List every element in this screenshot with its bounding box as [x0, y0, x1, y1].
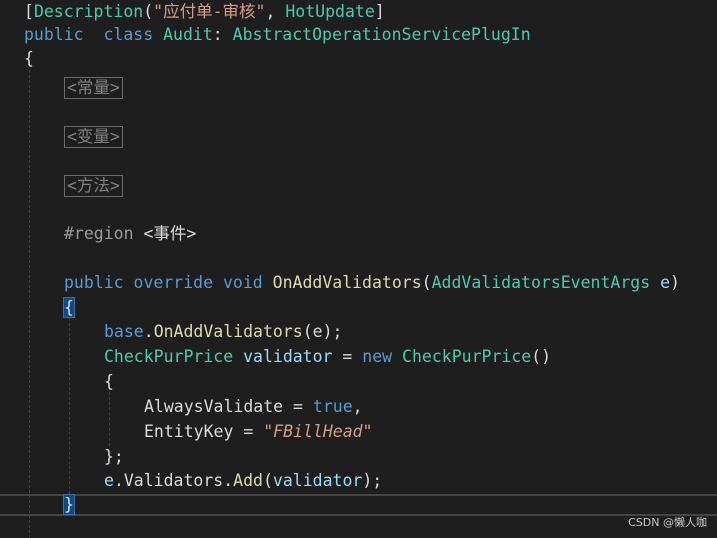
method-close-paren: )	[670, 273, 680, 292]
code-line-class[interactable]: public class Audit: AbstractOperationSer…	[24, 23, 531, 47]
init1-val: true	[312, 397, 353, 416]
collapsed-region-variables[interactable]: <变量>	[64, 126, 123, 148]
code-line-declaration[interactable]: CheckPurPrice validator = new CheckPurPr…	[104, 345, 551, 369]
kw-void: void	[222, 273, 263, 292]
code-line-method-open-brace[interactable]: {	[63, 296, 75, 320]
code-line-collapsed-variables[interactable]: <变量>	[64, 125, 123, 149]
collapsed-region-methods[interactable]: <方法>	[64, 175, 123, 197]
decl-ctor: CheckPurPrice	[402, 347, 532, 366]
region-directive: #region	[64, 224, 134, 243]
kw-override: override	[133, 273, 214, 292]
init-close: };	[104, 447, 124, 466]
prop-alwaysvalidate: AlwaysValidate	[144, 397, 284, 416]
add-open: (	[262, 471, 273, 490]
init1-eq: =	[293, 397, 303, 416]
param-type: AddValidatorsEventArgs	[431, 273, 651, 292]
code-line-init-1[interactable]: AlwaysValidate = true,	[144, 395, 363, 419]
decl-parens: ()	[531, 347, 552, 366]
add-obj: e	[104, 471, 114, 490]
init1-comma: ,	[352, 397, 363, 416]
method-open-brace-highlighted: {	[63, 297, 75, 318]
kw-base: base	[104, 322, 144, 341]
code-line-region[interactable]: #region <事件>	[64, 222, 196, 246]
attr-string: "应付单-审核"	[153, 2, 266, 21]
attr-open-bracket: [	[24, 2, 34, 21]
method-name: OnAddValidators	[272, 273, 422, 292]
code-line-init-close[interactable]: };	[104, 445, 124, 469]
init2-val: "FBillHead"	[263, 422, 373, 441]
indent-guide-initializer	[109, 392, 110, 446]
attr-open-paren: (	[143, 2, 154, 21]
decl-type: CheckPurPrice	[104, 347, 234, 366]
kw-public: public	[24, 25, 84, 44]
code-line-init-open[interactable]: {	[104, 370, 114, 394]
method-open-paren: (	[421, 273, 432, 292]
add-dot2: .	[223, 471, 234, 490]
code-line-method-signature[interactable]: public override void OnAddValidators(Add…	[64, 271, 680, 295]
attr-hotupdate: HotUpdate	[285, 2, 375, 21]
kw-public-method: public	[64, 273, 124, 292]
prop-entitykey: EntityKey	[144, 422, 234, 441]
code-line-collapsed-methods[interactable]: <方法>	[64, 174, 123, 198]
attr-close-bracket: ]	[374, 2, 385, 21]
init2-eq: =	[243, 422, 254, 441]
add-prop: Validators	[123, 471, 224, 490]
attr-comma: ,	[265, 2, 276, 21]
code-editor[interactable]: [Description("应付单-审核", HotUpdate] public…	[0, 0, 717, 538]
add-close: );	[362, 471, 383, 490]
indent-guide-outer	[29, 70, 30, 538]
code-line-base-call[interactable]: base.OnAddValidators(e);	[104, 320, 342, 344]
base-args: (e);	[302, 322, 343, 341]
indent-guide-method	[69, 318, 70, 494]
code-line-add[interactable]: e.Validators.Add(validator);	[104, 469, 382, 493]
add-method: Add	[233, 471, 263, 490]
decl-var: validator	[243, 347, 333, 366]
code-line-collapsed-constants[interactable]: <常量>	[64, 76, 123, 100]
code-line-method-close-brace[interactable]: }	[63, 493, 75, 517]
class-open-brace: {	[24, 49, 34, 68]
base-class-name: AbstractOperationServicePlugIn	[232, 25, 531, 44]
current-line-highlight	[0, 494, 717, 516]
kw-class: class	[103, 25, 154, 44]
base-dot: .	[143, 322, 154, 341]
add-dot1: .	[113, 471, 124, 490]
code-line-attribute[interactable]: [Description("应付单-审核", HotUpdate]	[24, 0, 385, 24]
collapsed-region-constants[interactable]: <常量>	[64, 77, 123, 99]
init-open-brace: {	[104, 372, 114, 391]
method-close-brace-highlighted: }	[63, 494, 75, 515]
kw-new: new	[362, 347, 393, 366]
decl-eq: =	[342, 347, 353, 366]
code-line-class-open-brace[interactable]: {	[24, 47, 34, 71]
code-line-init-2[interactable]: EntityKey = "FBillHead"	[144, 420, 373, 444]
param-name: e	[660, 273, 671, 292]
region-name: <事件>	[143, 224, 197, 243]
base-method: OnAddValidators	[153, 322, 303, 341]
attr-description: Description	[33, 2, 144, 21]
watermark: CSDN @懒人咖	[628, 516, 707, 529]
class-name: Audit	[163, 25, 213, 44]
add-arg: validator	[272, 471, 363, 490]
class-colon: :	[212, 25, 223, 44]
